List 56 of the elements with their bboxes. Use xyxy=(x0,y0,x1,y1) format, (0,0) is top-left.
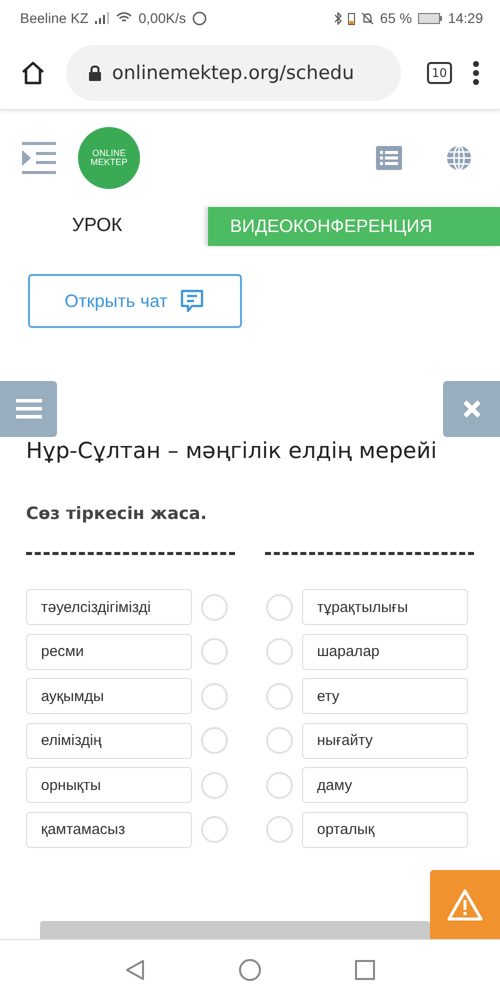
battery-icon xyxy=(418,12,442,24)
chat-icon xyxy=(179,288,206,314)
close-icon xyxy=(462,399,482,419)
home-icon[interactable] xyxy=(20,60,46,86)
match-point[interactable] xyxy=(266,594,293,620)
word-card[interactable]: ауқымды xyxy=(26,678,192,714)
word-card[interactable]: еліміздің xyxy=(26,722,192,758)
more-menu-icon[interactable] xyxy=(472,60,480,86)
match-point[interactable] xyxy=(266,682,293,710)
task-instruction: Сөз тіркесін жаса. xyxy=(26,504,208,524)
warning-icon xyxy=(447,888,483,920)
tab-count-button[interactable]: 10 xyxy=(426,62,452,84)
clock: 14:29 xyxy=(448,10,483,26)
word-card[interactable]: орталық xyxy=(302,812,468,848)
match-point[interactable] xyxy=(266,638,293,665)
match-point[interactable] xyxy=(201,727,228,754)
address-bar[interactable]: onlinemektep.org/schedu xyxy=(66,44,401,100)
word-card[interactable]: даму xyxy=(302,767,468,803)
url-text: onlinemektep.org/schedu xyxy=(112,62,354,84)
carrier-name: Beeline KZ xyxy=(20,10,88,26)
match-point[interactable] xyxy=(266,727,293,754)
match-point[interactable] xyxy=(201,816,228,843)
sidebar-toggle-icon[interactable] xyxy=(22,142,56,174)
close-button[interactable] xyxy=(443,381,500,437)
word-card[interactable]: ету xyxy=(302,678,468,714)
signal-icon xyxy=(94,12,110,24)
recents-icon[interactable] xyxy=(355,960,375,980)
match-point[interactable] xyxy=(266,772,293,798)
wifi-icon xyxy=(116,12,132,24)
word-card[interactable]: тұрақтылығы xyxy=(302,589,468,625)
word-card[interactable]: нығайту xyxy=(302,722,468,758)
home-circle-icon[interactable] xyxy=(239,958,261,980)
match-point[interactable] xyxy=(201,772,228,798)
muted-bell-icon xyxy=(361,12,374,24)
tab[interactable]: УРОК xyxy=(0,215,208,237)
match-point[interactable] xyxy=(201,594,228,620)
report-button[interactable] xyxy=(430,870,500,939)
battery-level: 65 % xyxy=(380,10,412,26)
lesson-title: Нұр-Сұлтан – мәңгілік елдің мерейі xyxy=(26,439,438,464)
match-point[interactable] xyxy=(266,816,293,843)
network-speed: 0,00K/s xyxy=(138,10,186,26)
globe-icon[interactable] xyxy=(446,145,472,171)
match-point[interactable] xyxy=(201,682,228,710)
word-card[interactable]: ресми xyxy=(26,634,192,670)
back-icon[interactable] xyxy=(125,958,145,980)
bluetooth-icon xyxy=(334,12,342,24)
word-card[interactable]: қамтамасыз xyxy=(26,812,192,848)
list-icon[interactable] xyxy=(376,146,402,170)
menu-icon xyxy=(16,399,42,419)
match-point[interactable] xyxy=(201,638,228,665)
lock-icon xyxy=(88,64,102,80)
battery-low-icon xyxy=(348,12,356,24)
word-card[interactable]: шаралар xyxy=(302,634,468,670)
word-card[interactable]: тәуелсіздігімізді xyxy=(26,589,192,625)
menu-button[interactable] xyxy=(0,381,57,437)
word-card[interactable]: орнықты xyxy=(26,767,192,803)
